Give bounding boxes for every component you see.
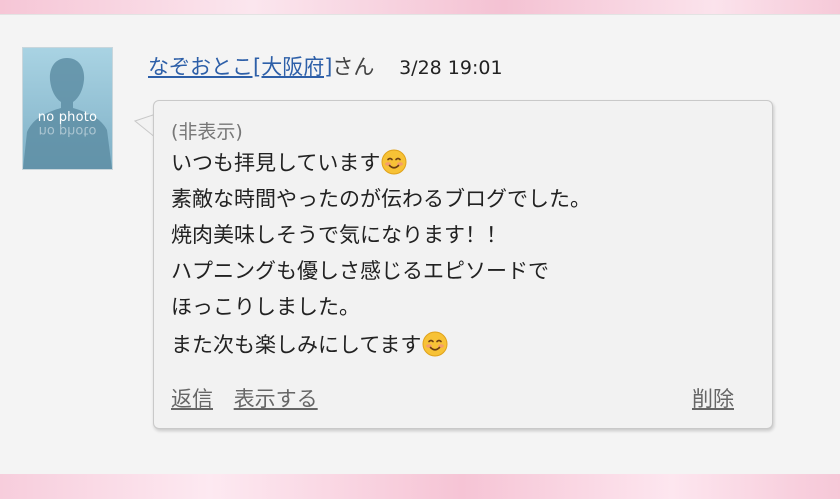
avatar-placeholder-reflection: no photo bbox=[38, 123, 97, 138]
hidden-status-label: (非表示) bbox=[171, 121, 243, 143]
comment-line-4: ハプニングも優しさ感じるエピソードで bbox=[171, 259, 549, 283]
comment-line-6: また次も楽しみにしてます bbox=[171, 330, 448, 360]
comment-line-1: いつも拝見しています bbox=[171, 148, 407, 178]
smiling-face-emoji-icon bbox=[381, 149, 407, 175]
show-comment-link[interactable]: 表示する bbox=[234, 387, 318, 411]
avatar: no photo no photo bbox=[22, 47, 113, 170]
comment-timestamp: 3/28 19:01 bbox=[399, 57, 503, 79]
delete-link[interactable]: 削除 bbox=[692, 384, 734, 414]
comment-line-3: 焼肉美味しそうで気になります！！ bbox=[171, 223, 507, 247]
decorative-top-border bbox=[0, 0, 840, 14]
author-link[interactable]: なぞおとこ[大阪府] bbox=[148, 55, 332, 79]
smiling-face-emoji-icon bbox=[422, 331, 448, 357]
decorative-bottom-border bbox=[0, 474, 840, 499]
comment-actions: 返信 表示する bbox=[171, 384, 332, 414]
person-silhouette-icon bbox=[23, 58, 112, 169]
comment-text: いつも拝見しています bbox=[171, 151, 381, 175]
comment-text: また次も楽しみにしてます bbox=[171, 333, 422, 357]
reply-link[interactable]: 返信 bbox=[171, 387, 213, 411]
comment-line-5: ほっこりしました。 bbox=[171, 295, 360, 319]
comment-header: なぞおとこ[大阪府]さん 3/28 19:01 bbox=[148, 52, 503, 82]
author-honorific: さん bbox=[332, 55, 375, 79]
comment-line-2: 素敵な時間やったのが伝わるブログでした。 bbox=[171, 187, 591, 211]
